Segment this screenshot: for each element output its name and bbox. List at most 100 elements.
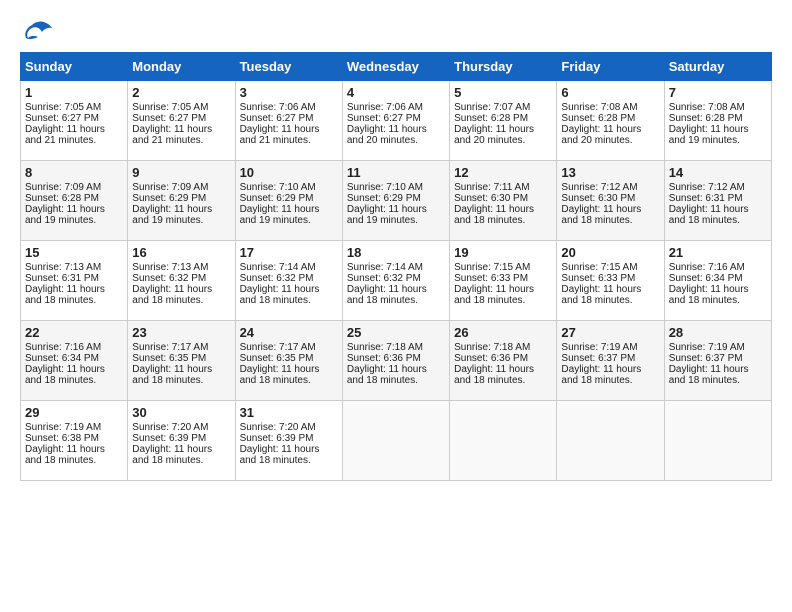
day-info: Sunset: 6:27 PM [25, 113, 123, 124]
day-info: Sunset: 6:29 PM [240, 193, 338, 204]
day-info: Sunset: 6:32 PM [132, 273, 230, 284]
day-number: 25 [347, 325, 445, 340]
day-info: Daylight: 11 hours and 18 minutes. [454, 364, 552, 386]
day-info: Sunrise: 7:20 AM [132, 422, 230, 433]
day-number: 22 [25, 325, 123, 340]
day-info: Sunrise: 7:06 AM [347, 102, 445, 113]
calendar-cell: 24Sunrise: 7:17 AMSunset: 6:35 PMDayligh… [235, 321, 342, 401]
day-number: 18 [347, 245, 445, 260]
day-info: Daylight: 11 hours and 18 minutes. [240, 444, 338, 466]
calendar-cell: 15Sunrise: 7:13 AMSunset: 6:31 PMDayligh… [21, 241, 128, 321]
calendar-cell: 1Sunrise: 7:05 AMSunset: 6:27 PMDaylight… [21, 81, 128, 161]
day-info: Sunrise: 7:16 AM [25, 342, 123, 353]
day-number: 16 [132, 245, 230, 260]
day-info: Sunrise: 7:07 AM [454, 102, 552, 113]
weekday-header-friday: Friday [557, 53, 664, 81]
day-info: Sunrise: 7:10 AM [347, 182, 445, 193]
day-info: Sunset: 6:28 PM [669, 113, 767, 124]
day-info: Daylight: 11 hours and 19 minutes. [240, 204, 338, 226]
day-info: Sunrise: 7:19 AM [25, 422, 123, 433]
calendar-cell: 31Sunrise: 7:20 AMSunset: 6:39 PMDayligh… [235, 401, 342, 481]
calendar-cell: 25Sunrise: 7:18 AMSunset: 6:36 PMDayligh… [342, 321, 449, 401]
day-info: Daylight: 11 hours and 18 minutes. [561, 284, 659, 306]
day-number: 17 [240, 245, 338, 260]
day-info: Sunset: 6:29 PM [132, 193, 230, 204]
day-info: Sunset: 6:27 PM [132, 113, 230, 124]
day-number: 23 [132, 325, 230, 340]
calendar-body: 1Sunrise: 7:05 AMSunset: 6:27 PMDaylight… [21, 81, 772, 481]
calendar-week-row: 1Sunrise: 7:05 AMSunset: 6:27 PMDaylight… [21, 81, 772, 161]
day-info: Sunrise: 7:08 AM [561, 102, 659, 113]
weekday-header-monday: Monday [128, 53, 235, 81]
day-info: Sunset: 6:39 PM [132, 433, 230, 444]
day-info: Daylight: 11 hours and 19 minutes. [347, 204, 445, 226]
day-info: Daylight: 11 hours and 18 minutes. [454, 204, 552, 226]
calendar-cell: 10Sunrise: 7:10 AMSunset: 6:29 PMDayligh… [235, 161, 342, 241]
day-info: Daylight: 11 hours and 20 minutes. [454, 124, 552, 146]
day-number: 13 [561, 165, 659, 180]
day-number: 30 [132, 405, 230, 420]
day-number: 10 [240, 165, 338, 180]
day-info: Sunset: 6:36 PM [347, 353, 445, 364]
day-number: 31 [240, 405, 338, 420]
day-info: Sunrise: 7:17 AM [132, 342, 230, 353]
calendar-cell: 29Sunrise: 7:19 AMSunset: 6:38 PMDayligh… [21, 401, 128, 481]
day-info: Sunrise: 7:05 AM [132, 102, 230, 113]
calendar-cell: 17Sunrise: 7:14 AMSunset: 6:32 PMDayligh… [235, 241, 342, 321]
day-number: 27 [561, 325, 659, 340]
day-info: Sunrise: 7:11 AM [454, 182, 552, 193]
day-number: 29 [25, 405, 123, 420]
day-info: Sunset: 6:35 PM [132, 353, 230, 364]
logo [20, 20, 52, 42]
weekday-header-thursday: Thursday [450, 53, 557, 81]
calendar-cell: 23Sunrise: 7:17 AMSunset: 6:35 PMDayligh… [128, 321, 235, 401]
day-info: Daylight: 11 hours and 18 minutes. [347, 364, 445, 386]
day-number: 9 [132, 165, 230, 180]
calendar-cell: 12Sunrise: 7:11 AMSunset: 6:30 PMDayligh… [450, 161, 557, 241]
day-number: 2 [132, 85, 230, 100]
day-number: 21 [669, 245, 767, 260]
day-number: 8 [25, 165, 123, 180]
calendar-cell: 26Sunrise: 7:18 AMSunset: 6:36 PMDayligh… [450, 321, 557, 401]
calendar-cell: 16Sunrise: 7:13 AMSunset: 6:32 PMDayligh… [128, 241, 235, 321]
day-info: Daylight: 11 hours and 18 minutes. [561, 204, 659, 226]
day-info: Sunrise: 7:12 AM [669, 182, 767, 193]
day-info: Sunrise: 7:13 AM [132, 262, 230, 273]
day-info: Sunrise: 7:13 AM [25, 262, 123, 273]
day-info: Daylight: 11 hours and 18 minutes. [561, 364, 659, 386]
day-info: Sunset: 6:37 PM [561, 353, 659, 364]
day-info: Daylight: 11 hours and 18 minutes. [132, 444, 230, 466]
day-number: 19 [454, 245, 552, 260]
day-info: Sunset: 6:34 PM [25, 353, 123, 364]
logo-bird-icon [24, 20, 52, 42]
calendar-cell: 19Sunrise: 7:15 AMSunset: 6:33 PMDayligh… [450, 241, 557, 321]
day-info: Sunset: 6:39 PM [240, 433, 338, 444]
day-info: Daylight: 11 hours and 20 minutes. [561, 124, 659, 146]
day-info: Sunset: 6:27 PM [347, 113, 445, 124]
day-number: 4 [347, 85, 445, 100]
calendar-cell: 8Sunrise: 7:09 AMSunset: 6:28 PMDaylight… [21, 161, 128, 241]
day-number: 15 [25, 245, 123, 260]
day-number: 7 [669, 85, 767, 100]
day-info: Daylight: 11 hours and 18 minutes. [240, 284, 338, 306]
calendar-cell: 20Sunrise: 7:15 AMSunset: 6:33 PMDayligh… [557, 241, 664, 321]
calendar-cell: 13Sunrise: 7:12 AMSunset: 6:30 PMDayligh… [557, 161, 664, 241]
day-info: Daylight: 11 hours and 18 minutes. [669, 204, 767, 226]
day-info: Daylight: 11 hours and 18 minutes. [454, 284, 552, 306]
calendar-cell: 7Sunrise: 7:08 AMSunset: 6:28 PMDaylight… [664, 81, 771, 161]
day-info: Daylight: 11 hours and 18 minutes. [25, 364, 123, 386]
calendar-cell: 3Sunrise: 7:06 AMSunset: 6:27 PMDaylight… [235, 81, 342, 161]
day-info: Sunrise: 7:14 AM [240, 262, 338, 273]
calendar-cell [664, 401, 771, 481]
day-info: Sunset: 6:27 PM [240, 113, 338, 124]
calendar-cell: 2Sunrise: 7:05 AMSunset: 6:27 PMDaylight… [128, 81, 235, 161]
day-info: Daylight: 11 hours and 18 minutes. [669, 364, 767, 386]
calendar-cell: 9Sunrise: 7:09 AMSunset: 6:29 PMDaylight… [128, 161, 235, 241]
calendar-cell: 18Sunrise: 7:14 AMSunset: 6:32 PMDayligh… [342, 241, 449, 321]
calendar-cell: 6Sunrise: 7:08 AMSunset: 6:28 PMDaylight… [557, 81, 664, 161]
day-info: Sunset: 6:31 PM [669, 193, 767, 204]
calendar-week-row: 29Sunrise: 7:19 AMSunset: 6:38 PMDayligh… [21, 401, 772, 481]
calendar-cell: 28Sunrise: 7:19 AMSunset: 6:37 PMDayligh… [664, 321, 771, 401]
day-info: Sunrise: 7:14 AM [347, 262, 445, 273]
day-info: Sunset: 6:30 PM [454, 193, 552, 204]
